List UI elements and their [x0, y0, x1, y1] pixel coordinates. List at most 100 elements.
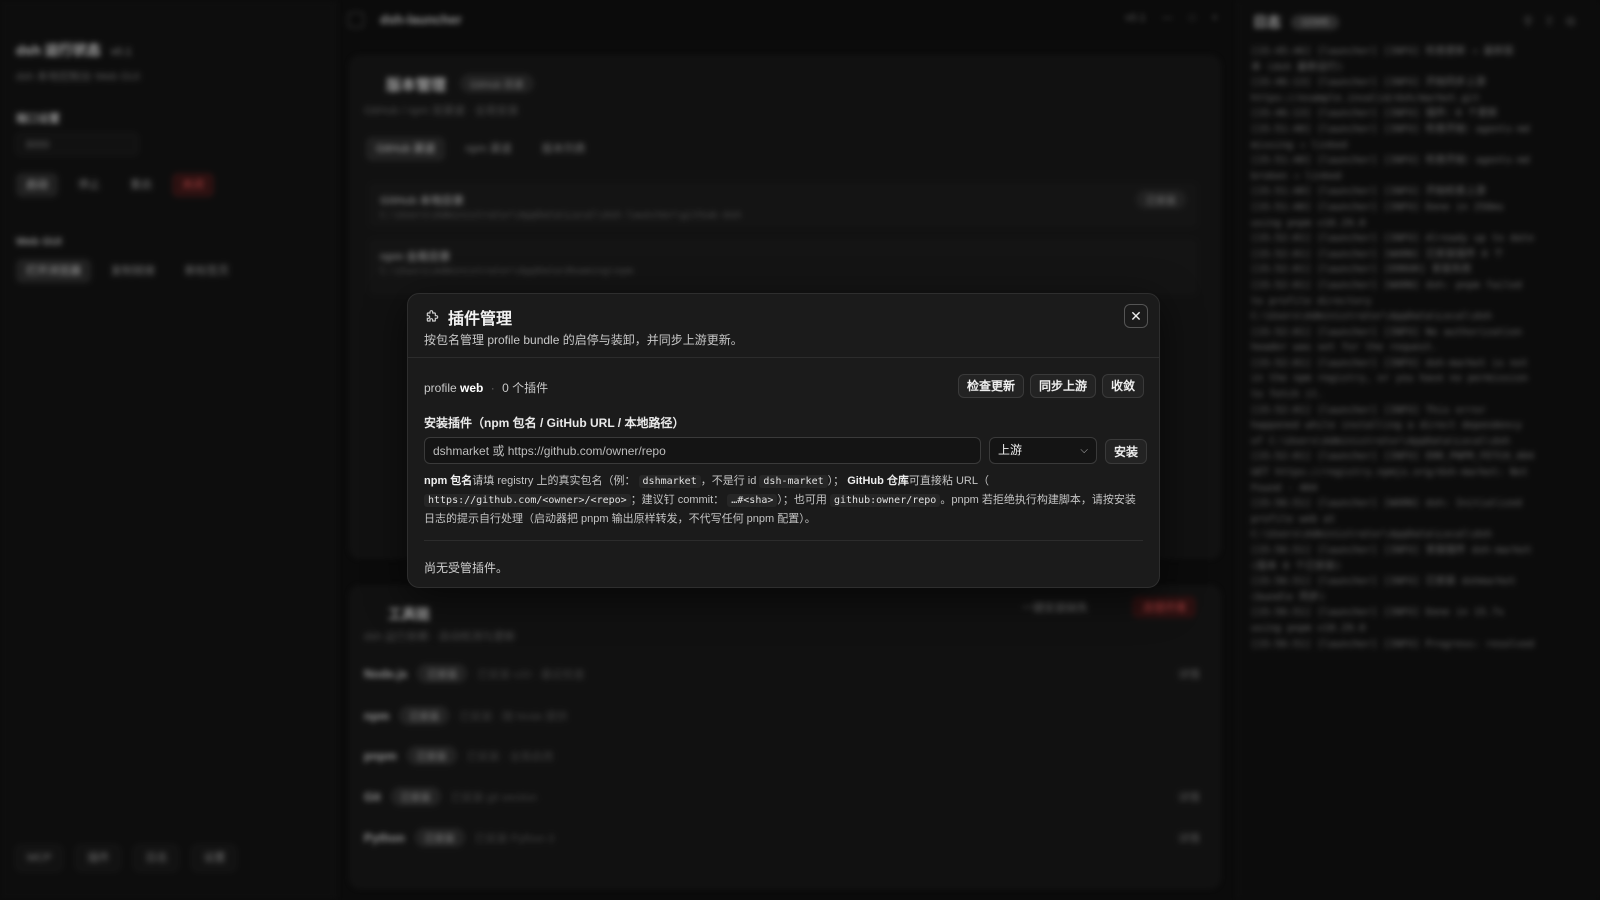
- tool-name: Node.js: [364, 666, 408, 681]
- help-code: https://github.com/<owner>/<repo>: [424, 494, 631, 507]
- window-close-icon[interactable]: ×: [1212, 12, 1218, 24]
- github-dir-tag: 已安装: [1136, 190, 1186, 209]
- tab-npm[interactable]: npm 渠道: [455, 137, 521, 161]
- source-select-value: 上游: [998, 443, 1023, 457]
- profile-prefix: profile: [424, 381, 457, 395]
- log-line: C:\Users\Administrator\AppData\Local\dsh: [1251, 529, 1492, 541]
- webgui-actions: 打开浏览器 复制链接 新标签页: [16, 259, 239, 283]
- log-line: [15:46:13] [launcher] [INFO] 插件：0 个更新: [1251, 108, 1498, 120]
- tool-badge: 已安装: [417, 664, 468, 683]
- plugin-count: 0 个插件: [502, 381, 549, 395]
- restart-button[interactable]: 重启: [120, 173, 162, 197]
- version-dropdown[interactable]: v0.1: [1125, 12, 1146, 24]
- dialog-title: 插件管理: [448, 311, 513, 328]
- upload-icon[interactable]: ⇪: [1544, 14, 1566, 28]
- log-line: C:\Users\Administrator\AppData\Local\dsh: [1251, 311, 1492, 323]
- log-output[interactable]: [15:45:46] [launcher] [INFO] 检查更新 → 最新版本…: [1251, 44, 1591, 652]
- tool-detail: 已安装 · 全局启用: [466, 750, 554, 763]
- tab-github[interactable]: GitHub 渠道: [366, 137, 446, 161]
- install-source-input[interactable]: [424, 437, 981, 464]
- footer-logs-button[interactable]: 日志: [134, 845, 179, 871]
- port-input[interactable]: 3000: [16, 133, 138, 155]
- menu-icon[interactable]: [348, 12, 364, 28]
- log-line: [15:52:01] [launcher] [INFO] This error: [1251, 404, 1486, 416]
- help-text: ，不是行 id: [700, 475, 757, 487]
- log-line: [15:46:13] [launcher] [INFO] 开始同步上游: [1251, 77, 1486, 89]
- clean-env-button[interactable]: 清理环境: [1132, 596, 1196, 618]
- log-line: [15:56:51] [launcher] [INFO] 安装插件 dsh-ma…: [1251, 545, 1532, 556]
- log-line: [15:51:40] [launcher] [INFO] 开始检查上游: [1251, 186, 1486, 198]
- tool-detail-button[interactable]: 详情: [1178, 830, 1200, 846]
- port-label: 端口设置: [16, 113, 60, 125]
- install-label: 安装插件（npm 包名 / GitHub URL / 本地路径）: [424, 416, 685, 430]
- log-line: happened while installing a direct depen…: [1251, 420, 1522, 432]
- tab-versions[interactable]: 版本列表: [532, 137, 596, 161]
- tool-badge: 已安装: [414, 828, 465, 847]
- help-code: dsh-market: [759, 475, 828, 488]
- log-line: [15:51:40] [launcher] [INFO] 检查开始：agents…: [1251, 155, 1530, 167]
- log-line: (bundle 同步): [1251, 591, 1326, 603]
- help-code: github:owner/repo: [829, 494, 941, 507]
- version-card-badge: GitHub 目录: [460, 74, 534, 93]
- maximize-icon[interactable]: □: [1189, 12, 1196, 24]
- help-text: 可直接粘 URL（: [908, 475, 989, 487]
- stop-button[interactable]: 停止: [68, 173, 110, 197]
- version-label: v0.1: [110, 46, 132, 58]
- log-line: profile web at: [1251, 513, 1336, 525]
- new-tab-button[interactable]: 新标签页: [175, 259, 239, 283]
- log-line: [15:52:01] [launcher] [INFO] No authoriz…: [1251, 326, 1522, 338]
- log-line: (版本 0 个已安装): [1251, 560, 1342, 572]
- footer-mcp-button[interactable]: MCP: [16, 845, 63, 871]
- open-browser-button[interactable]: 打开浏览器: [16, 259, 91, 283]
- help-code: dshmarket: [638, 475, 701, 488]
- help-github-label: GitHub 仓库: [847, 475, 909, 487]
- topbar: dsh-launcher v0.1 — □ ×: [348, 0, 1218, 40]
- tool-row: Git 已安装 已安装 git version 详情: [364, 787, 1200, 806]
- help-text: 请填 registry 上的真实包名（例：: [472, 475, 636, 487]
- pin-icon[interactable]: ⚲: [1524, 14, 1545, 28]
- tool-name: Python: [364, 830, 405, 845]
- log-line: [15:51:40] [launcher] [INFO] Done in 258…: [1251, 201, 1504, 213]
- source-select[interactable]: 上游 ⌵: [989, 437, 1097, 464]
- tool-detail-button[interactable]: 详情: [1178, 789, 1200, 805]
- close-server-button[interactable]: 关闭: [172, 173, 214, 197]
- log-line: in the npm registry, or you have no perm…: [1251, 373, 1528, 385]
- copy-icon[interactable]: ⧉: [1566, 14, 1587, 28]
- log-line: Found - 404: [1251, 482, 1318, 494]
- install-button[interactable]: 安装: [1105, 439, 1148, 464]
- dialog-header: 插件管理: [424, 305, 512, 329]
- npm-dir-path: C:\Users\Administrator\AppData\Roaming\n…: [380, 266, 633, 277]
- tool-row: npm 已安装 已安装 · 随 Node 提供: [364, 706, 1200, 725]
- chevron-down-icon: ⌵: [1080, 445, 1088, 456]
- log-line: GET https://registry.npmjs.org/dsh-marke…: [1251, 467, 1528, 479]
- copy-link-button[interactable]: 复制链接: [101, 259, 165, 283]
- log-line: [15:52:01] [launcher] [INFO] dsh-market …: [1251, 357, 1528, 369]
- tool-badge: 已安装: [390, 787, 441, 806]
- log-line: [15:56:51] [launcher] [WARN] dsh: Initia…: [1251, 498, 1522, 510]
- log-panel: 日志 12345 ⚲⇪⧉ [15:45:46] [launcher] [INFO…: [1238, 0, 1600, 900]
- tool-detail-button[interactable]: 详情: [1178, 666, 1200, 682]
- help-text: ；建议钉 commit：: [630, 494, 725, 506]
- footer-settings-button[interactable]: 设置: [192, 845, 237, 871]
- github-dir-path: C:\Users\Administrator\AppData\Local\dsh…: [380, 210, 742, 221]
- github-dir-block: GitHub 本地目录 C:\Users\Administrator\AppDa…: [368, 182, 1198, 228]
- start-button[interactable]: 启动: [16, 173, 58, 197]
- npm-dir-block: npm 全局目录 C:\Users\Administrator\AppData\…: [368, 238, 1198, 296]
- help-text: ）；: [827, 475, 845, 487]
- install-missing-button[interactable]: 一键安装缺失: [1012, 596, 1098, 618]
- check-updates-button[interactable]: 检查更新: [957, 374, 1024, 398]
- minimize-icon[interactable]: —: [1162, 12, 1173, 24]
- collapse-button[interactable]: 收敛: [1101, 374, 1144, 398]
- log-line: using pnpm v10.29.0: [1251, 217, 1366, 229]
- tool-row: Python 已安装 已安装 Python 3 详情: [364, 828, 1200, 847]
- sync-upstream-button[interactable]: 同步上游: [1029, 374, 1096, 398]
- log-line: [15:52:01] [launcher] [ERROR] 安装失败: [1251, 264, 1472, 276]
- plugin-manager-dialog: 插件管理 按包名管理 profile bundle 的启停与装卸，并同步上游更新…: [407, 293, 1160, 588]
- close-button[interactable]: ✕: [1124, 304, 1148, 328]
- log-line: to fetch it.: [1251, 389, 1324, 401]
- log-line: [15:52:01] [launcher] [INFO] ERR_PNPM_FE…: [1251, 451, 1534, 463]
- separator-dot: ·: [490, 381, 495, 395]
- footer-plugins-button[interactable]: 插件: [76, 845, 121, 871]
- profile-info: profile web · 0 个插件: [424, 379, 548, 396]
- divider: [408, 357, 1159, 358]
